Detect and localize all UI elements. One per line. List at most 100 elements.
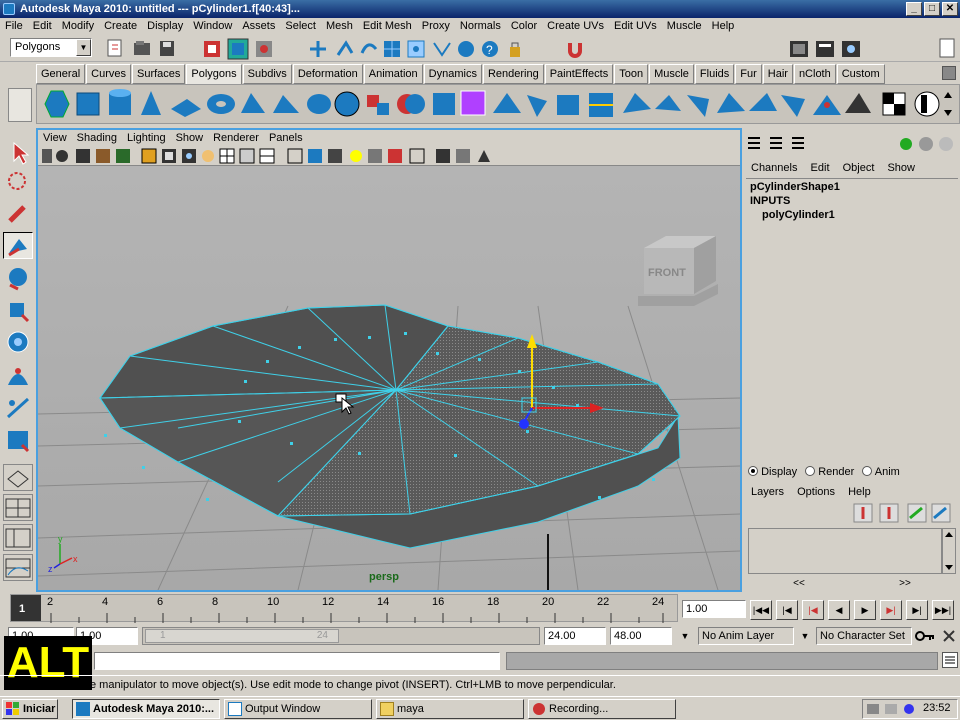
wireframe-icon[interactable] [219,148,235,164]
display-radio[interactable]: Display [748,464,797,480]
cylindrical-mapping-icon[interactable] [914,91,940,117]
menu-select[interactable]: Select [280,18,321,35]
poly-prism-icon[interactable] [241,93,265,113]
select-tool-icon[interactable] [3,138,33,165]
extrude-icon[interactable] [493,93,521,113]
layer-menu-help[interactable]: Help [843,486,876,498]
textured-icon[interactable] [328,149,342,163]
layer-menu-options[interactable]: Options [792,486,840,498]
anim-prefs-icon[interactable] [940,627,958,645]
menu-muscle[interactable]: Muscle [662,18,707,35]
shelf-scroll[interactable] [942,86,954,122]
layout-graph-icon[interactable] [3,554,33,581]
cut-faces-icon[interactable] [781,95,805,117]
step-back-frame-button[interactable]: |◀ [802,600,824,620]
snap-point-icon[interactable] [407,40,425,58]
menu-file[interactable]: File [0,18,28,35]
soft-modification-icon[interactable] [3,362,33,389]
step-forward-key-button[interactable]: ▶| [906,600,928,620]
anim-layer-field[interactable]: No Anim Layer [698,627,794,645]
menu-create[interactable]: Create [99,18,142,35]
layer-editor-icon[interactable] [770,137,782,149]
open-scene-icon[interactable] [134,41,150,55]
shape-node-name[interactable]: pCylinderShape1 [746,179,958,195]
shelf-tab-animation[interactable]: Animation [363,64,423,84]
new-scene-icon[interactable] [107,39,122,57]
taskbar-item-recording[interactable]: Recording... [528,699,676,719]
collapse-icon[interactable] [749,93,777,111]
playback-end-field[interactable]: 24.00 [544,627,606,645]
poly-torus-icon[interactable] [207,94,235,114]
poly-cylinder-icon[interactable] [109,89,131,115]
layout-outliner-icon[interactable] [3,524,33,551]
wedge-icon[interactable] [845,93,871,113]
menu-set-dropdown[interactable]: Polygons ▼ [10,38,92,57]
layer-nav-right[interactable]: >> [899,578,911,590]
range-slider[interactable]: 1 24 [142,627,540,645]
bevel-icon[interactable] [687,95,709,117]
taskbar-item-output-window[interactable]: Output Window [224,699,372,719]
lasso-tool-icon[interactable] [3,168,33,195]
viewport-menu-panels[interactable]: Panels [264,130,308,146]
shelf-tab-painteffects[interactable]: PaintEffects [544,64,614,84]
volume-icon[interactable] [885,704,897,714]
taskbar-item-maya[interactable]: Autodesk Maya 2010:... [72,699,220,719]
split-polygon-icon[interactable] [589,93,613,117]
color-picker-icon[interactable] [900,138,912,150]
render-radio[interactable]: Render [805,464,854,480]
mel-input[interactable] [94,652,500,670]
view-cube[interactable]: FRONT [638,236,718,306]
cylinder-mesh[interactable] [99,304,681,549]
input-node-name[interactable]: polyCylinder1 [746,207,958,223]
snap-grid-icon[interactable] [384,41,400,57]
shelf-tab-subdivs[interactable]: Subdivs [242,64,292,84]
light-icon[interactable] [202,150,214,162]
film-gate-icon[interactable] [162,149,176,163]
camera-attributes-icon[interactable] [56,150,68,162]
step-back-key-button[interactable]: |◀ [776,600,798,620]
grey-ball-icon[interactable] [919,137,933,151]
viewport-menu-renderer[interactable]: Renderer [208,130,264,146]
select-component-icon[interactable] [256,41,272,57]
question-icon[interactable]: ? [482,41,498,57]
poke-face-icon[interactable] [813,95,841,115]
new-layer-icon[interactable] [853,503,873,523]
poly-pyramid-icon[interactable] [273,95,299,113]
rotate-icon[interactable] [336,40,354,56]
trash-icon[interactable] [942,66,956,80]
shadows-icon[interactable] [368,149,382,163]
menu-create-uvs[interactable]: Create UVs [542,18,609,35]
select-hierarchy-icon[interactable] [204,41,220,57]
grey-ball-icon-2[interactable] [939,137,953,151]
smooth-icon[interactable] [433,93,455,115]
texture-view-icon[interactable] [436,149,450,163]
channel-menu-object[interactable]: Object [838,162,880,174]
menu-normals[interactable]: Normals [455,18,506,35]
render-frame-icon[interactable] [790,41,808,57]
anim-radio[interactable]: Anim [862,464,900,480]
shelf-menu-button[interactable] [8,88,32,122]
append-polygon-icon[interactable] [557,95,579,115]
image-plane-icon[interactable] [96,149,110,163]
close-button[interactable]: ✕ [942,2,958,16]
shelf-tab-hair[interactable]: Hair [762,64,793,84]
show-hide-channel-box-icon[interactable] [939,38,955,58]
shelf-tab-muscle[interactable]: Muscle [649,64,694,84]
play-backward-button[interactable]: ◀ [828,600,850,620]
menu-window[interactable]: Window [188,18,237,35]
network-icon[interactable] [867,704,879,714]
current-time-field[interactable]: 1.00 [682,600,746,618]
go-to-end-button[interactable]: ▶▶| [932,600,954,620]
shelf-tab-fluids[interactable]: Fluids [694,64,735,84]
default-material-icon[interactable] [308,149,322,163]
show-manipulator-icon[interactable] [3,394,33,421]
paint-select-tool-icon[interactable] [3,200,33,227]
menu-display[interactable]: Display [142,18,188,35]
poly-cone-icon[interactable] [141,91,161,115]
shelf-tab-rendering[interactable]: Rendering [482,64,544,84]
layout-single-icon[interactable] [3,464,33,491]
layer-nav-left[interactable]: << [793,578,805,590]
script-editor-icon[interactable] [942,652,958,668]
menu-assets[interactable]: Assets [237,18,280,35]
shelf-tab-fur[interactable]: Fur [735,64,762,84]
